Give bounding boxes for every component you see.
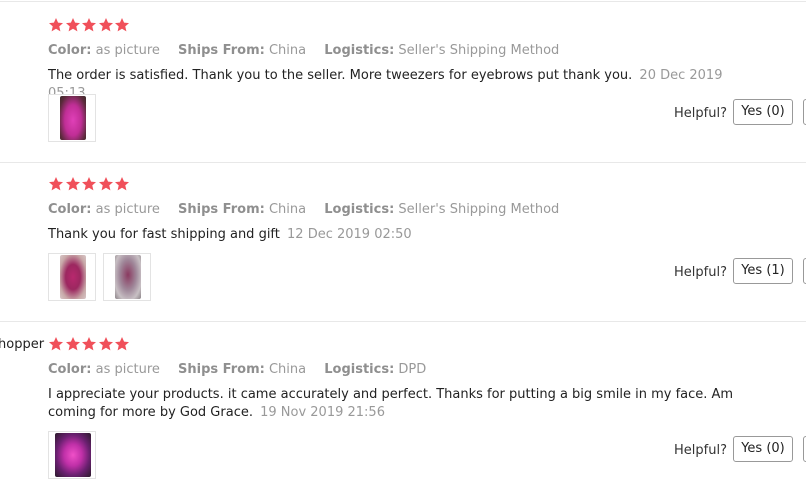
logistics-label: Logistics: — [324, 202, 395, 217]
review-photo-thumbnail[interactable] — [103, 253, 151, 301]
star-icon — [65, 176, 81, 192]
helpful-yes-button[interactable]: Yes (0) — [733, 99, 793, 125]
review-text: The order is satisfied. Thank you to the… — [48, 67, 763, 103]
photo-image — [60, 255, 86, 299]
review-photo-thumbnail[interactable] — [48, 94, 96, 142]
star-icon — [114, 17, 130, 33]
star-icon — [81, 17, 97, 33]
helpful-label: Helpful? — [674, 443, 727, 458]
ships-from-value: China — [268, 362, 307, 377]
review-item: Color: as picture Ships From: China Logi… — [0, 161, 806, 322]
rating-stars — [48, 176, 131, 194]
star-icon — [98, 17, 114, 33]
star-icon — [65, 17, 81, 33]
helpful-label: Helpful? — [674, 265, 727, 280]
color-label: Color: — [48, 202, 92, 217]
color-label: Color: — [48, 43, 92, 58]
review-photo-thumbnail[interactable] — [48, 253, 96, 301]
star-icon — [48, 17, 64, 33]
color-value: as picture — [95, 362, 160, 377]
review-item: Color: as picture Ships From: China Logi… — [0, 1, 806, 163]
photo-image — [115, 255, 141, 299]
review-meta: Color: as picture Ships From: China Logi… — [48, 202, 573, 217]
rating-stars — [48, 336, 131, 354]
logistics-label: Logistics: — [324, 362, 395, 377]
ships-from-label: Ships From: — [178, 202, 265, 217]
logistics-value: DPD — [398, 362, 427, 377]
review-body: The order is satisfied. Thank you to the… — [48, 68, 633, 83]
ships-from-label: Ships From: — [178, 43, 265, 58]
star-icon — [48, 336, 64, 352]
review-text: I appreciate your products. it came accu… — [48, 386, 763, 422]
review-date: 19 Nov 2019 21:56 — [260, 405, 385, 420]
star-icon — [65, 336, 81, 352]
star-icon — [81, 176, 97, 192]
star-icon — [98, 336, 114, 352]
photo-image — [60, 96, 86, 140]
star-icon — [114, 336, 130, 352]
review-body: I appreciate your products. it came accu… — [48, 387, 734, 420]
review-text: Thank you for fast shipping and gift 12 … — [48, 226, 763, 244]
review-meta: Color: as picture Ships From: China Logi… — [48, 362, 440, 377]
ships-from-label: Ships From: — [178, 362, 265, 377]
review-date: 12 Dec 2019 02:50 — [287, 227, 412, 242]
helpful-yes-button[interactable]: Yes (0) — [733, 436, 793, 462]
star-icon — [114, 176, 130, 192]
ships-from-value: China — [268, 43, 307, 58]
ships-from-value: China — [268, 202, 307, 217]
review-item: hopper Color: as picture Ships From: Chi… — [0, 321, 806, 481]
color-label: Color: — [48, 362, 92, 377]
photo-image — [55, 433, 91, 477]
review-photo-thumbnail[interactable] — [48, 431, 96, 479]
reviewer-name: hopper — [0, 337, 45, 352]
star-icon — [81, 336, 97, 352]
star-icon — [98, 176, 114, 192]
logistics-label: Logistics: — [324, 43, 395, 58]
review-meta: Color: as picture Ships From: China Logi… — [48, 43, 573, 58]
logistics-value: Seller's Shipping Method — [398, 202, 560, 217]
helpful-yes-button[interactable]: Yes (1) — [733, 258, 793, 284]
logistics-value: Seller's Shipping Method — [398, 43, 560, 58]
helpful-label: Helpful? — [674, 106, 727, 121]
color-value: as picture — [95, 202, 160, 217]
review-body: Thank you for fast shipping and gift — [48, 227, 280, 242]
color-value: as picture — [95, 43, 160, 58]
rating-stars — [48, 17, 131, 35]
star-icon — [48, 176, 64, 192]
